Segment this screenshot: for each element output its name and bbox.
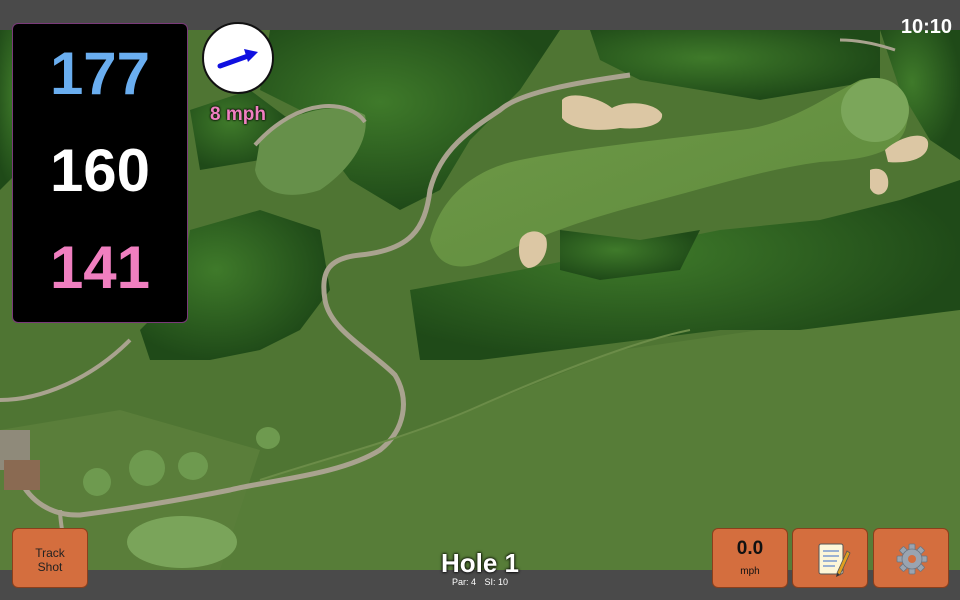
gear-icon bbox=[896, 543, 928, 575]
wind-arrow-icon bbox=[217, 49, 258, 69]
track-shot-label-line1: Track bbox=[35, 546, 65, 560]
notepad-icon bbox=[818, 543, 851, 577]
wind-dial bbox=[202, 22, 274, 94]
speed-value: 0.0 bbox=[736, 538, 764, 559]
par-label: Par: 4 bbox=[451, 577, 476, 587]
back-distance: 177 bbox=[49, 40, 151, 107]
wind-speed-label: 8 mph bbox=[210, 104, 266, 125]
hole-title: Hole 1 bbox=[440, 548, 520, 578]
track-shot-button[interactable]: Track Shot bbox=[12, 528, 88, 588]
distance-panel: 177 160 141 bbox=[12, 23, 188, 323]
middle-distance: 160 bbox=[49, 137, 151, 204]
stroke-index-label: SI: 10 bbox=[484, 577, 509, 587]
putting-green bbox=[841, 78, 909, 142]
golf-gps-screen: 10:10 177 160 141 8 mph Track Shot 0.0 m… bbox=[0, 0, 960, 600]
hole-info: Par: 4 SI: 10 bbox=[380, 577, 580, 587]
front-distance: 141 bbox=[49, 234, 151, 301]
notes-button[interactable] bbox=[792, 528, 868, 588]
track-shot-label-line2: Shot bbox=[37, 560, 63, 574]
speed-unit: mph bbox=[740, 566, 760, 577]
settings-button[interactable] bbox=[873, 528, 949, 588]
clock-time: 10:10 bbox=[900, 16, 952, 38]
speed-button[interactable]: 0.0 mph bbox=[712, 528, 788, 588]
